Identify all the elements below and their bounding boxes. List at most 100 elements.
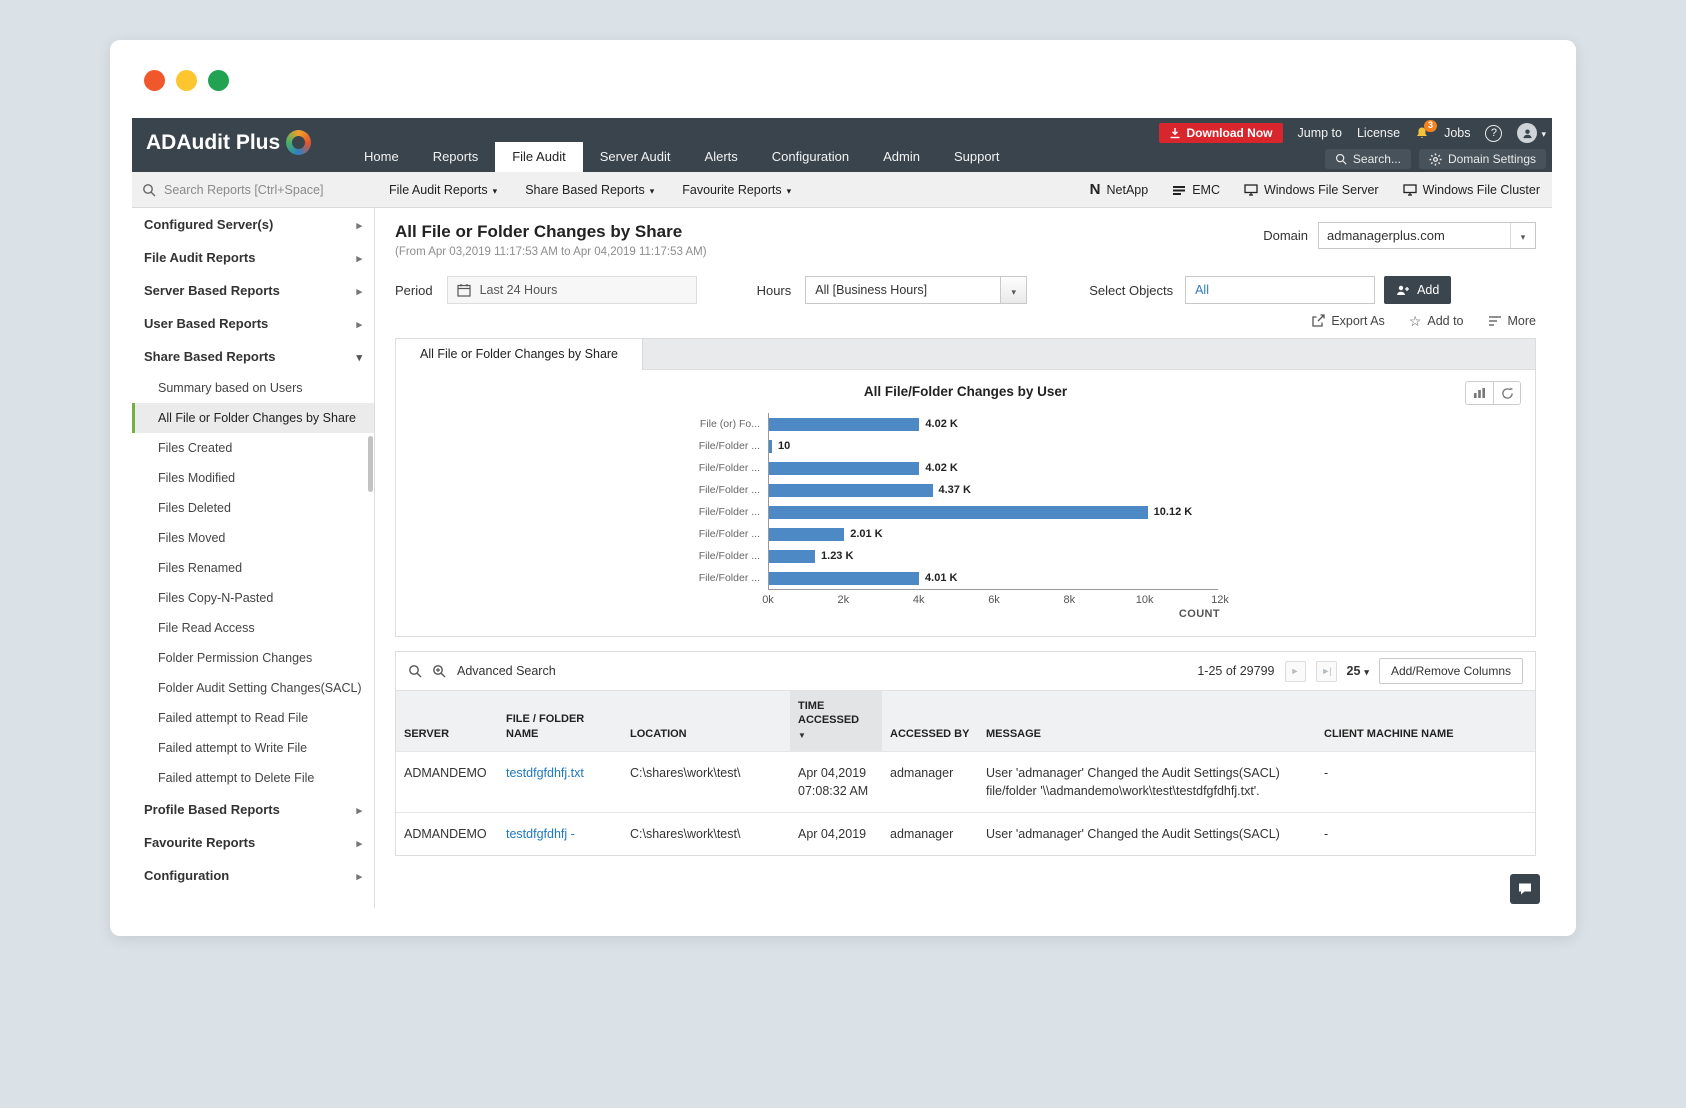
domain-select[interactable]: admanagerplus.com (1318, 222, 1536, 249)
sidebar-item-configuration[interactable]: Configuration (132, 859, 374, 892)
chart-category-labels: File (or) Fo... File/Folder ... File/Fol… (683, 413, 768, 620)
chevron-right-icon (356, 217, 362, 232)
file-link[interactable]: testdfgfdhfj.txt (506, 766, 584, 780)
nav-item-configuration[interactable]: Configuration (755, 142, 866, 172)
advanced-search-icon[interactable] (432, 664, 447, 678)
close-window-button[interactable] (144, 70, 165, 91)
next-page-button[interactable] (1284, 660, 1306, 682)
platform-windows-file-cluster[interactable]: Windows File Cluster (1402, 182, 1540, 197)
favourite-reports-dropdown[interactable]: Favourite Reports (682, 183, 791, 197)
sidebar-item-files-moved[interactable]: Files Moved (132, 523, 374, 553)
column-header-location[interactable]: LOCATION (622, 690, 790, 752)
netapp-label: NetApp (1106, 182, 1149, 197)
sidebar-item-files-created[interactable]: Files Created (132, 433, 374, 463)
sidebar-item-all-file-or-folder-changes-by-share[interactable]: All File or Folder Changes by Share (132, 403, 374, 433)
sidebar-item-user-based-reports[interactable]: User Based Reports (132, 307, 374, 340)
chat-support-button[interactable] (1510, 874, 1540, 904)
chat-bubble-icon (1519, 883, 1531, 895)
domain-settings-button[interactable]: Domain Settings (1418, 149, 1546, 169)
tab-all-file-or-folder-changes-by-share[interactable]: All File or Folder Changes by Share (396, 339, 644, 370)
navbar-utilities: Download Now Jump to License 3 Jobs ? (1158, 120, 1547, 143)
export-icon (1312, 314, 1325, 327)
add-objects-button[interactable]: Add (1384, 276, 1452, 304)
license-link[interactable]: License (1357, 126, 1400, 140)
chevron-down-icon (787, 183, 792, 197)
axis-tick-label: 10k (1135, 594, 1154, 606)
nav-item-home[interactable]: Home (347, 142, 416, 172)
cell-location: C:\shares\work\test\ (622, 812, 790, 856)
column-header-client-machine-name[interactable]: CLIENT MACHINE NAME (1316, 690, 1535, 752)
nav-item-alerts[interactable]: Alerts (688, 142, 755, 172)
nav-item-reports[interactable]: Reports (416, 142, 496, 172)
results-table: SERVER FILE / FOLDER NAME LOCATION TIME … (396, 690, 1535, 856)
platform-windows-file-server[interactable]: Windows File Server (1244, 182, 1379, 197)
jobs-link[interactable]: Jobs (1444, 126, 1470, 140)
sidebar-item-files-modified[interactable]: Files Modified (132, 463, 374, 493)
minimize-window-button[interactable] (176, 70, 197, 91)
sidebar-item-label: Server Based Reports (144, 283, 280, 298)
report-content: All File or Folder Changes by Share (Fro… (375, 208, 1552, 908)
refresh-chart-button[interactable] (1493, 382, 1520, 404)
hours-select[interactable]: All [Business Hours] (805, 276, 1028, 304)
bar (769, 527, 845, 541)
account-menu-button[interactable] (1517, 123, 1546, 143)
chart-area: All File/Folder Changes by User File (or… (396, 370, 1535, 636)
windows-file-server-label: Windows File Server (1263, 182, 1379, 197)
more-actions-button[interactable]: More (1488, 314, 1536, 328)
sidebar-scrollbar[interactable] (368, 436, 373, 492)
sidebar-item-failed-attempt-to-delete-file[interactable]: Failed attempt to Delete File (132, 763, 374, 793)
jump-to-link[interactable]: Jump to (1298, 126, 1342, 140)
category-label: File/Folder ... (698, 462, 760, 474)
select-objects-input[interactable]: All (1185, 276, 1376, 304)
file-link[interactable]: testdfgfdhfj - (506, 827, 575, 841)
sidebar-item-failed-attempt-to-read-file[interactable]: Failed attempt to Read File (132, 703, 374, 733)
sidebar-item-profile-based-reports[interactable]: Profile Based Reports (132, 793, 374, 826)
global-search-button[interactable]: Search... (1324, 149, 1411, 169)
sidebar-item-files-deleted[interactable]: Files Deleted (132, 493, 374, 523)
platform-emc[interactable]: EMC (1172, 182, 1220, 197)
emc-icon (1173, 185, 1186, 195)
period-picker[interactable]: Last 24 Hours (446, 276, 697, 304)
search-reports-input[interactable] (164, 182, 359, 197)
sidebar-item-file-read-access[interactable]: File Read Access (132, 613, 374, 643)
platform-netapp[interactable]: NetApp (1090, 182, 1149, 197)
nav-item-admin[interactable]: Admin (866, 142, 937, 172)
favourite-reports-label: Favourite Reports (682, 182, 782, 197)
nav-item-support[interactable]: Support (937, 142, 1017, 172)
add-to-favourites-button[interactable]: Add to (1409, 314, 1463, 328)
download-now-button[interactable]: Download Now (1158, 123, 1283, 143)
sidebar-item-folder-audit-setting-changes-sacl[interactable]: Folder Audit Setting Changes(SACL) (132, 673, 374, 703)
sidebar-item-favourite-reports[interactable]: Favourite Reports (132, 826, 374, 859)
sidebar-item-share-based-reports[interactable]: Share Based Reports (132, 340, 374, 373)
sidebar-item-server-based-reports[interactable]: Server Based Reports (132, 274, 374, 307)
column-header-file-folder-name[interactable]: FILE / FOLDER NAME (498, 690, 622, 752)
share-based-reports-dropdown[interactable]: Share Based Reports (525, 183, 654, 197)
chevron-right-icon (356, 316, 362, 331)
search-icon[interactable] (408, 664, 422, 678)
column-header-time-accessed[interactable]: TIME ACCESSED (790, 690, 882, 752)
sidebar-item-failed-attempt-to-write-file[interactable]: Failed attempt to Write File (132, 733, 374, 763)
last-page-button[interactable] (1315, 660, 1337, 682)
maximize-window-button[interactable] (208, 70, 229, 91)
sidebar-item-configured-servers[interactable]: Configured Server(s) (132, 208, 374, 241)
column-header-message[interactable]: MESSAGE (978, 690, 1316, 752)
nav-item-server-audit[interactable]: Server Audit (583, 142, 688, 172)
notifications-button[interactable]: 3 (1415, 120, 1438, 140)
help-button[interactable]: ? (1485, 124, 1503, 142)
file-audit-reports-dropdown[interactable]: File Audit Reports (389, 183, 497, 197)
server-icon (1244, 183, 1258, 196)
sidebar-item-file-audit-reports[interactable]: File Audit Reports (132, 241, 374, 274)
sidebar-item-folder-permission-changes[interactable]: Folder Permission Changes (132, 643, 374, 673)
add-remove-columns-button[interactable]: Add/Remove Columns (1378, 658, 1523, 684)
bar-chart-button[interactable] (1466, 382, 1493, 404)
sidebar-item-summary-based-on-users[interactable]: Summary based on Users (132, 373, 374, 403)
export-as-button[interactable]: Export As (1311, 314, 1385, 328)
column-header-server[interactable]: SERVER (396, 690, 498, 752)
sidebar-item-files-renamed[interactable]: Files Renamed (132, 553, 374, 583)
page-size-select[interactable]: 25 (1347, 664, 1369, 678)
select-objects-label: Select Objects (1089, 282, 1174, 298)
nav-item-file-audit[interactable]: File Audit (495, 142, 583, 172)
column-header-accessed-by[interactable]: ACCESSED BY (882, 690, 978, 752)
sidebar-item-files-copy-n-pasted[interactable]: Files Copy-N-Pasted (132, 583, 374, 613)
advanced-search-link[interactable]: Advanced Search (457, 664, 556, 678)
